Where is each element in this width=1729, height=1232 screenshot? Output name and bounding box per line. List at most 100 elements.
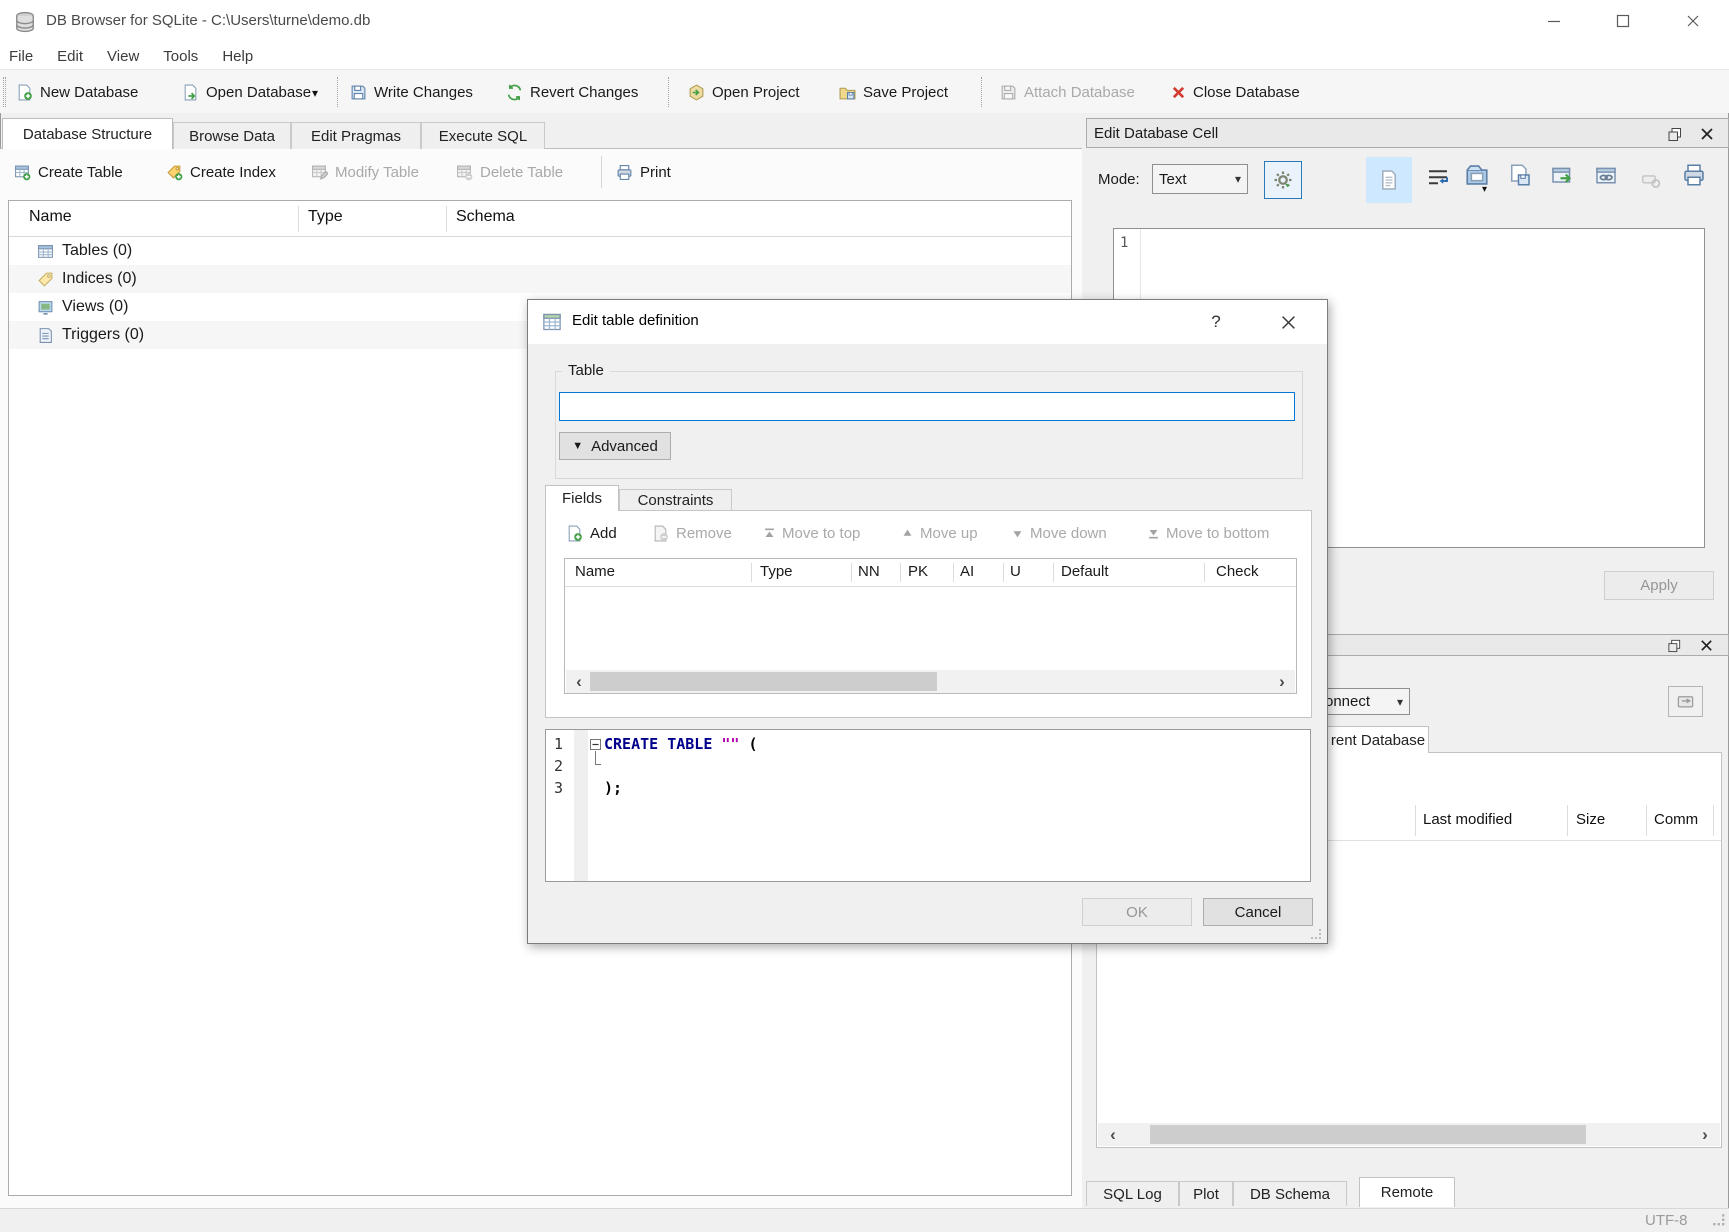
delete-table-button: Delete Table (452, 154, 567, 190)
write-changes-button[interactable]: Write Changes (346, 74, 477, 110)
column-separator[interactable] (446, 206, 447, 232)
column-separator[interactable] (751, 563, 752, 582)
word-wrap-icon[interactable] (1426, 166, 1450, 190)
mode-combobox[interactable]: Text ▾ (1152, 164, 1248, 194)
print-button[interactable]: Print (612, 154, 675, 190)
column-size[interactable]: Size (1576, 811, 1605, 828)
col-ai[interactable]: AI (960, 563, 974, 580)
tab-database-structure[interactable]: Database Structure (2, 118, 173, 149)
column-separator[interactable] (851, 563, 852, 582)
scroll-left-icon[interactable]: ‹ (568, 670, 590, 693)
column-separator[interactable] (1646, 805, 1647, 836)
open-in-window-icon[interactable] (1550, 164, 1574, 188)
print-cell-icon[interactable] (1682, 163, 1706, 187)
column-separator[interactable] (900, 563, 901, 582)
close-dock-icon[interactable] (1699, 638, 1714, 653)
col-name[interactable]: Name (575, 563, 615, 580)
tab-sql-log[interactable]: SQL Log (1086, 1181, 1179, 1206)
import-data-button[interactable]: ▾ (1464, 162, 1490, 188)
tree-row-indices[interactable]: Indices (0) (9, 265, 1071, 293)
scroll-right-icon[interactable]: › (1694, 1123, 1716, 1146)
col-pk[interactable]: PK (908, 563, 928, 580)
create-index-button[interactable]: Create Index (162, 154, 280, 190)
tree-header-schema[interactable]: Schema (456, 208, 515, 226)
menu-view[interactable]: View (95, 48, 151, 65)
dialog-close-icon[interactable] (1266, 305, 1310, 339)
menu-help[interactable]: Help (210, 48, 265, 65)
add-field-button[interactable]: Add (562, 517, 621, 549)
tab-edit-pragmas[interactable]: Edit Pragmas (291, 122, 421, 149)
sql-preview[interactable]: 1 2 3 CREATE TABLE "" ( ); (545, 729, 1311, 882)
maximize-button[interactable] (1600, 4, 1646, 38)
close-window-icon[interactable] (1670, 4, 1716, 38)
tree-header-name[interactable]: Name (29, 208, 72, 226)
export-data-icon[interactable] (1508, 163, 1532, 187)
float-dock-icon[interactable] (1667, 638, 1682, 653)
dialog-help-button[interactable]: ? (1194, 305, 1238, 339)
open-database-button[interactable]: Open Database (178, 74, 315, 110)
resize-grip-icon[interactable] (1712, 1213, 1726, 1227)
column-separator[interactable] (1204, 563, 1205, 582)
menu-file[interactable]: File (0, 48, 45, 65)
edit-table-definition-dialog: Edit table definition ? Table ▼ Advanced… (527, 299, 1328, 944)
advanced-button[interactable]: ▼ Advanced (559, 432, 671, 460)
move-to-top-button: Move to top (760, 517, 864, 549)
column-last-modified[interactable]: Last modified (1423, 811, 1512, 828)
column-separator[interactable] (1053, 563, 1054, 582)
close-database-button[interactable]: Close Database (1167, 74, 1304, 110)
new-database-button[interactable]: New Database (12, 74, 142, 110)
fields-hscrollbar[interactable]: ‹ › (566, 670, 1295, 693)
menu-edit[interactable]: Edit (45, 48, 95, 65)
column-separator[interactable] (953, 563, 954, 582)
tab-db-schema[interactable]: DB Schema (1233, 1181, 1347, 1206)
create-table-button[interactable]: Create Table (10, 154, 127, 190)
tab-constraints[interactable]: Constraints (619, 489, 732, 511)
menu-tools[interactable]: Tools (151, 48, 210, 65)
link-icon[interactable] (1594, 164, 1618, 188)
float-dock-icon[interactable] (1667, 126, 1683, 142)
scrollbar-thumb[interactable] (590, 672, 937, 691)
tab-plot[interactable]: Plot (1179, 1181, 1233, 1206)
remote-refresh-button[interactable] (1668, 686, 1703, 717)
attach-database-button: Attach Database (996, 74, 1139, 110)
cancel-button[interactable]: Cancel (1203, 898, 1313, 926)
col-check[interactable]: Check (1216, 563, 1259, 580)
encoding-indicator[interactable]: UTF-8 (1645, 1212, 1688, 1229)
remote-hscrollbar[interactable]: ‹ › (1098, 1123, 1720, 1146)
minimize-button[interactable] (1531, 4, 1577, 38)
code-fold-icon[interactable] (590, 739, 601, 750)
scroll-right-icon[interactable]: › (1271, 670, 1293, 693)
column-separator[interactable] (1415, 805, 1416, 836)
col-type[interactable]: Type (760, 563, 793, 580)
scrollbar-thumb[interactable] (1150, 1125, 1586, 1144)
tab-execute-sql[interactable]: Execute SQL (421, 122, 545, 149)
dialog-resize-grip-icon[interactable] (1310, 928, 1322, 940)
revert-changes-button[interactable]: Revert Changes (502, 74, 642, 110)
col-nn[interactable]: NN (858, 563, 880, 580)
col-default[interactable]: Default (1061, 563, 1109, 580)
auto-apply-gear-button[interactable] (1264, 161, 1302, 199)
tab-fields[interactable]: Fields (545, 485, 619, 511)
save-project-button[interactable]: Save Project (835, 74, 952, 110)
column-commit[interactable]: Comm (1654, 811, 1698, 828)
mode-label: Mode: (1098, 171, 1140, 188)
tree-header-type[interactable]: Type (308, 208, 343, 226)
col-u[interactable]: U (1010, 563, 1021, 580)
scroll-left-icon[interactable]: ‹ (1102, 1123, 1124, 1146)
column-separator[interactable] (1567, 805, 1568, 836)
tab-remote[interactable]: Remote (1359, 1177, 1455, 1207)
table-name-input[interactable] (559, 392, 1295, 421)
column-separator[interactable] (1003, 563, 1004, 582)
close-dock-icon[interactable] (1699, 126, 1715, 142)
sql-code-line-3: ); (604, 779, 622, 797)
column-separator[interactable] (1713, 805, 1714, 836)
column-separator[interactable] (298, 206, 299, 232)
open-database-dropdown-icon[interactable]: ▾ (312, 86, 318, 100)
tab-current-database[interactable]: rent Database (1327, 726, 1429, 753)
tree-row-tables[interactable]: Tables (0) (9, 237, 1071, 265)
open-project-button[interactable]: Open Project (684, 74, 804, 110)
identity-combobox[interactable]: onnect ▾ (1318, 688, 1410, 715)
create-table-icon (14, 164, 31, 181)
tab-browse-data[interactable]: Browse Data (173, 122, 291, 149)
mode-text-button[interactable] (1366, 157, 1412, 203)
